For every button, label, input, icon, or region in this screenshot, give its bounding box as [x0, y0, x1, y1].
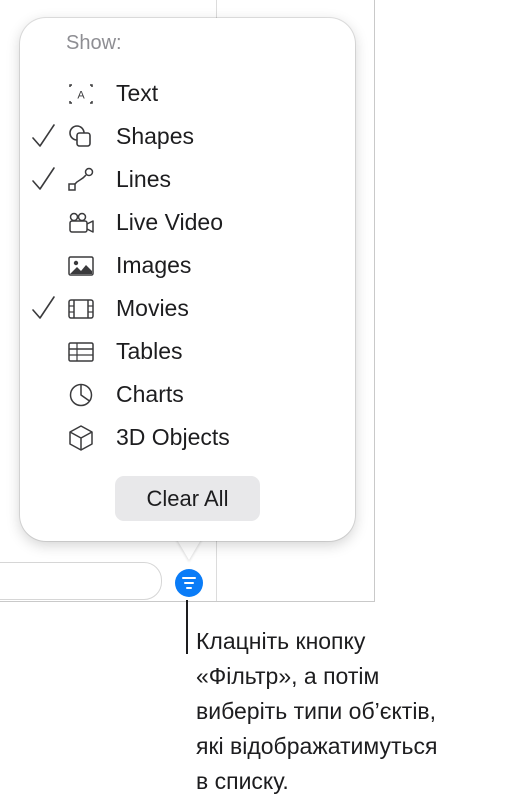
menu-item-label: Shapes: [116, 123, 195, 149]
menu-item-3d-objects[interactable]: 3D Objects: [20, 418, 355, 458]
lines-icon: [68, 167, 94, 191]
pie-chart-icon: [69, 383, 93, 407]
menu-item-label: 3D Objects: [116, 424, 230, 450]
checkmark-icon: [32, 296, 55, 319]
menu-item-shapes[interactable]: Shapes: [20, 117, 355, 157]
menu-item-label: Live Video: [116, 209, 223, 235]
menu-item-charts[interactable]: Charts: [20, 375, 355, 415]
menu-item-label: Tables: [116, 338, 183, 364]
text-box-icon: A: [69, 84, 93, 104]
search-input[interactable]: [0, 562, 162, 600]
filter-button[interactable]: [175, 569, 203, 597]
menu-item-label: Movies: [116, 295, 189, 321]
live-video-icon: [69, 212, 94, 233]
popover-header: Show:: [66, 32, 122, 54]
clear-all-button[interactable]: Clear All: [115, 476, 260, 521]
menu-item-movies[interactable]: Movies: [20, 289, 355, 329]
menu-item-label: Text: [116, 80, 159, 106]
menu-item-label: Charts: [116, 381, 184, 407]
menu-item-tables[interactable]: Tables: [20, 332, 355, 372]
svg-text:A: A: [77, 90, 85, 102]
menu-item-live-video[interactable]: Live Video: [20, 203, 355, 243]
menu-item-text[interactable]: A Text: [20, 74, 355, 114]
callout-line: [186, 600, 188, 654]
menu-item-label: Lines: [116, 166, 171, 192]
menu-item-images[interactable]: Images: [20, 246, 355, 286]
menu-item-label: Images: [116, 252, 192, 278]
filter-icon: [182, 577, 196, 579]
callout-line-3: виберіть типи об’єктів,: [196, 698, 437, 724]
popover-arrow: [176, 538, 202, 560]
table-icon: [68, 342, 94, 362]
callout-line-5: в списку.: [196, 768, 289, 794]
checkmark-icon: [32, 167, 55, 190]
callout-line-1: Клацніть кнопку: [196, 628, 366, 654]
menu-item-lines[interactable]: Lines: [20, 160, 355, 200]
cube-icon: [69, 425, 93, 451]
image-icon: [68, 256, 94, 276]
film-icon: [68, 299, 94, 319]
callout-line-2: «Фільтр», а потім: [196, 663, 380, 689]
object-filter-popover: Show: A Text Shapes Lines Live Video Ima…: [20, 18, 355, 541]
shapes-icon: [69, 125, 91, 147]
callout-text: Клацніть кнопку «Фільтр», а потім вибері…: [196, 624, 508, 799]
checkmark-icon: [32, 124, 55, 147]
callout-line-4: які відображатимуться: [196, 733, 438, 759]
